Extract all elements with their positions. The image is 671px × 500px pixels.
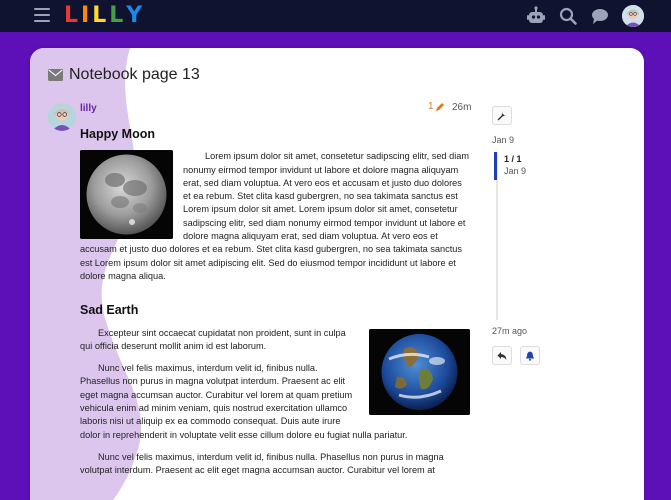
- logo-letter: L: [64, 3, 82, 28]
- post-body: Happy Moon Lorem ipsum dolor sit amet, c…: [80, 127, 470, 487]
- site-logo[interactable]: LILLY: [64, 3, 145, 29]
- post-age[interactable]: 26m: [452, 102, 471, 113]
- edit-count: 1: [428, 101, 434, 112]
- user-avatar[interactable]: [622, 5, 644, 27]
- reply-button[interactable]: [492, 346, 512, 365]
- timeline-last-activity[interactable]: 27m ago: [492, 326, 527, 336]
- post-username[interactable]: lilly: [80, 103, 97, 114]
- post-paragraph: Nunc vel felis maximus, interdum velit i…: [80, 451, 444, 476]
- timeline-scroll-handle[interactable]: [494, 152, 497, 180]
- edit-history-button[interactable]: 1: [428, 101, 445, 112]
- logo-letter: L: [109, 3, 127, 28]
- site-header: LILLY: [0, 0, 671, 32]
- pencil-icon: [435, 102, 444, 111]
- bell-icon: [526, 351, 534, 361]
- logo-letter: L: [92, 3, 110, 28]
- timeline-position: 1 / 1: [504, 154, 522, 164]
- wrench-icon: [497, 111, 507, 120]
- hamburger-icon[interactable]: [34, 8, 50, 22]
- reply-icon: [497, 351, 507, 360]
- robot-icon[interactable]: [526, 6, 546, 26]
- timeline-start-date[interactable]: Jan 9: [492, 135, 514, 145]
- page-title: Notebook page 13: [69, 66, 200, 83]
- search-icon[interactable]: [558, 6, 578, 26]
- notification-button[interactable]: [520, 346, 540, 365]
- post-avatar[interactable]: [48, 103, 76, 131]
- chat-icon[interactable]: [590, 6, 610, 26]
- envelope-icon: [48, 69, 63, 81]
- logo-letter: Y: [126, 3, 146, 28]
- section-heading: Happy Moon: [80, 127, 155, 141]
- topic-admin-button[interactable]: [492, 106, 512, 125]
- section-heading: Sad Earth: [80, 303, 139, 318]
- timeline-position-date: Jan 9: [504, 166, 527, 176]
- earth-image[interactable]: [369, 328, 470, 415]
- logo-letter: I: [81, 3, 93, 28]
- topic-card: Notebook page 13 lilly 1 26m Happy Moon: [30, 48, 644, 500]
- topic-title-row: Notebook page 13: [48, 66, 200, 84]
- moon-image[interactable]: [80, 150, 173, 240]
